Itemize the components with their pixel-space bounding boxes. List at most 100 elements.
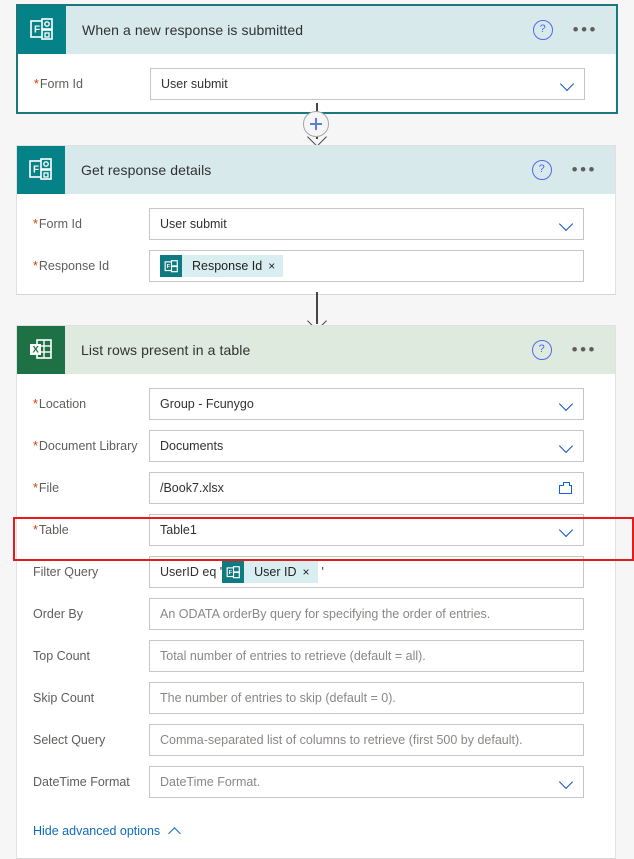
dynamic-content-token[interactable]: F Response Id × (160, 255, 284, 277)
more-options-icon[interactable]: ••• (572, 161, 597, 178)
field-value: Group - Fcunygo (160, 397, 254, 411)
response-id-input[interactable]: F Response Id × (149, 250, 584, 282)
chevron-down-icon[interactable] (559, 216, 575, 232)
field-placeholder: The number of entries to skip (default =… (160, 691, 396, 705)
more-options-icon[interactable]: ••• (573, 21, 598, 38)
field-placeholder: DateTime Format. (160, 775, 261, 789)
hide-advanced-options-link[interactable]: Hide advanced options (33, 824, 160, 838)
help-circle-icon[interactable]: ? (531, 160, 552, 180)
required-asterisk: * (33, 439, 38, 453)
file-input[interactable]: /Book7.xlsx (149, 472, 584, 504)
datetime-format-input[interactable]: DateTime Format. (149, 766, 584, 798)
chevron-down-icon[interactable] (559, 522, 575, 538)
token-remove-icon[interactable]: × (303, 565, 318, 579)
folder-picker-icon[interactable] (559, 481, 575, 495)
field-label: *Table (17, 523, 149, 537)
microsoft-forms-icon: F (222, 561, 245, 583)
form-id-input[interactable]: User submit (149, 208, 584, 240)
field-label: Select Query (17, 733, 149, 747)
document-library-input[interactable]: Documents (149, 430, 584, 462)
form-id-input[interactable]: User submit (150, 68, 585, 100)
field-value: User submit (161, 77, 228, 91)
select-query-input[interactable]: Comma-separated list of columns to retri… (149, 724, 584, 756)
required-asterisk: * (33, 523, 38, 537)
order-by-input[interactable]: An ODATA orderBy query for specifying th… (149, 598, 584, 630)
token-remove-icon[interactable]: × (268, 259, 283, 273)
card-header-get-response-details[interactable]: F Get response details ? ••• (17, 146, 615, 194)
microsoft-forms-icon: F (17, 146, 65, 194)
field-row-filter-query: Filter Query UserID eq ' F User ID × ' (17, 556, 615, 588)
field-label: Order By (17, 607, 149, 621)
card-body-get-response-details: *Form Id User submit *Response Id F Resp… (17, 194, 615, 294)
svg-text:F: F (33, 165, 39, 176)
flow-card-get-response-details[interactable]: F Get response details ? ••• *Form Id Us… (16, 145, 616, 295)
microsoft-forms-icon: F (18, 6, 66, 54)
field-label-text: DateTime Format (33, 775, 130, 789)
field-label: DateTime Format (17, 775, 149, 789)
connector-2 (0, 292, 634, 328)
field-label-text: Skip Count (33, 691, 95, 705)
field-label: Skip Count (17, 691, 149, 705)
field-label-text: Filter Query (33, 565, 99, 579)
chevron-up-icon[interactable] (168, 824, 182, 838)
field-label-text: Document Library (38, 439, 138, 453)
card-header-list-rows[interactable]: X List rows present in a table ? ••• (17, 326, 615, 374)
chevron-down-icon[interactable] (559, 396, 575, 412)
svg-text:F: F (228, 570, 232, 576)
flow-card-trigger[interactable]: F When a new response is submitted ? •••… (16, 4, 618, 114)
help-circle-icon[interactable]: ? (532, 20, 553, 40)
filter-query-text-prefix: UserID eq ' (160, 565, 223, 579)
field-label: *Form Id (17, 217, 149, 231)
field-label: *Location (17, 397, 149, 411)
field-row-top-count: Top Count Total number of entries to ret… (17, 640, 615, 672)
required-asterisk: * (33, 481, 38, 495)
flow-card-list-rows[interactable]: X List rows present in a table ? ••• *Lo… (16, 325, 616, 859)
field-label-text: Table (38, 523, 69, 537)
field-label: Top Count (17, 649, 149, 663)
table-input[interactable]: Table1 (149, 514, 584, 546)
field-label-text: Select Query (33, 733, 106, 747)
field-value: User submit (160, 217, 227, 231)
field-label-text: File (38, 481, 60, 495)
chevron-down-icon[interactable] (559, 438, 575, 454)
filter-query-input[interactable]: UserID eq ' F User ID × ' (149, 556, 584, 588)
card-title: When a new response is submitted (82, 22, 304, 38)
field-label-text: Order By (33, 607, 84, 621)
field-label: *Document Library (17, 439, 149, 453)
svg-text:X: X (33, 345, 40, 356)
field-row-table: *Table Table1 (17, 514, 615, 546)
dynamic-content-token[interactable]: F User ID × (222, 561, 318, 583)
filter-query-text-suffix: ' (321, 565, 324, 579)
field-row-location: *Location Group - Fcunygo (17, 388, 615, 420)
card-title: Get response details (81, 162, 212, 178)
field-row-form-id: *Form Id User submit (17, 208, 615, 240)
field-row-skip-count: Skip Count The number of entries to skip… (17, 682, 615, 714)
field-label: Filter Query (17, 565, 149, 579)
chevron-down-icon[interactable] (560, 76, 576, 92)
field-label: *File (17, 481, 149, 495)
svg-text:F: F (166, 264, 170, 270)
field-placeholder: Total number of entries to retrieve (def… (160, 649, 426, 663)
field-label: *Form Id (18, 77, 150, 91)
microsoft-forms-icon: F (160, 255, 182, 277)
excel-icon: X (17, 326, 65, 374)
field-row-form-id: *Form Id User submit (18, 68, 616, 100)
field-placeholder: An ODATA orderBy query for specifying th… (160, 607, 491, 621)
field-label-text: Top Count (33, 649, 90, 663)
top-count-input[interactable]: Total number of entries to retrieve (def… (149, 640, 584, 672)
field-row-datetime-format: DateTime Format DateTime Format. (17, 766, 615, 798)
token-label: User ID (254, 565, 297, 579)
card-body-list-rows: *Location Group - Fcunygo *Document Libr… (17, 374, 615, 858)
skip-count-input[interactable]: The number of entries to skip (default =… (149, 682, 584, 714)
location-input[interactable]: Group - Fcunygo (149, 388, 584, 420)
more-options-icon[interactable]: ••• (572, 341, 597, 358)
help-circle-icon[interactable]: ? (531, 340, 552, 360)
field-row-document-library: *Document Library Documents (17, 430, 615, 462)
field-value: Table1 (160, 523, 197, 537)
required-asterisk: * (33, 397, 38, 411)
chevron-down-icon[interactable] (559, 774, 575, 790)
required-asterisk: * (33, 217, 38, 231)
card-header-trigger[interactable]: F When a new response is submitted ? ••• (18, 6, 616, 54)
field-row-response-id: *Response Id F Response Id × (17, 250, 615, 282)
svg-text:F: F (34, 25, 40, 36)
